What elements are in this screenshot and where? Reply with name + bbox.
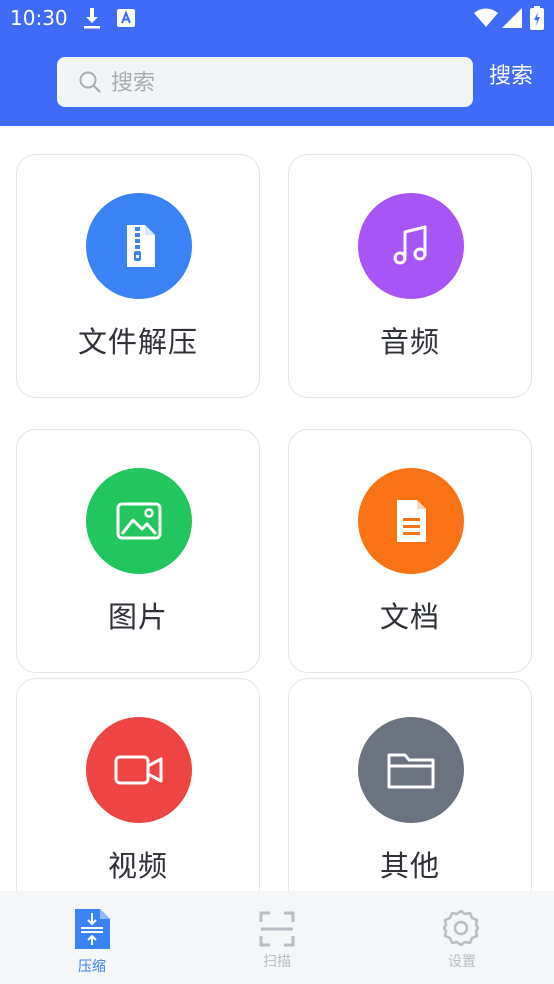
signal-icon	[502, 8, 522, 32]
nav-item-settings[interactable]: 设置	[370, 891, 554, 984]
nav-item-scan[interactable]: 扫描	[185, 891, 369, 984]
compress-icon	[72, 907, 112, 955]
category-label: 视频	[107, 849, 168, 883]
category-label: 音频	[379, 325, 440, 359]
search-input[interactable]	[109, 65, 463, 101]
music-note-icon	[358, 193, 464, 299]
scan-icon	[259, 911, 295, 951]
document-icon	[358, 468, 464, 574]
nav-item-compress[interactable]: 压缩	[0, 891, 184, 984]
app-notification-icon	[117, 9, 135, 31]
status-time: 10:30	[10, 6, 68, 30]
app-header: 10:30 搜索	[0, 0, 554, 126]
nav-label-scan: 扫描	[263, 954, 291, 970]
nav-label-compress: 压缩	[78, 959, 106, 975]
category-card-audio[interactable]: 音频	[288, 154, 532, 398]
bottom-nav: 压缩 扫描 设置	[0, 891, 554, 984]
video-camera-icon	[86, 717, 192, 823]
search-bar[interactable]	[57, 57, 473, 107]
category-card-document[interactable]: 文档	[288, 429, 532, 673]
wifi-icon	[474, 8, 498, 32]
status-bar: 10:30	[0, 0, 554, 38]
battery-icon	[530, 6, 544, 34]
folder-icon	[358, 717, 464, 823]
category-card-file-extract[interactable]: 文件解压	[16, 154, 260, 398]
search-icon	[79, 71, 101, 97]
zip-file-icon	[86, 193, 192, 299]
image-icon	[86, 468, 192, 574]
category-label: 其他	[379, 849, 440, 883]
download-icon	[82, 6, 102, 34]
nav-label-settings: 设置	[448, 954, 476, 970]
search-button[interactable]: 搜索	[489, 58, 533, 90]
category-card-image[interactable]: 图片	[16, 429, 260, 673]
category-label: 文件解压	[77, 325, 198, 359]
settings-gear-icon	[442, 909, 480, 951]
category-label: 图片	[107, 600, 168, 634]
category-label: 文档	[379, 600, 440, 634]
